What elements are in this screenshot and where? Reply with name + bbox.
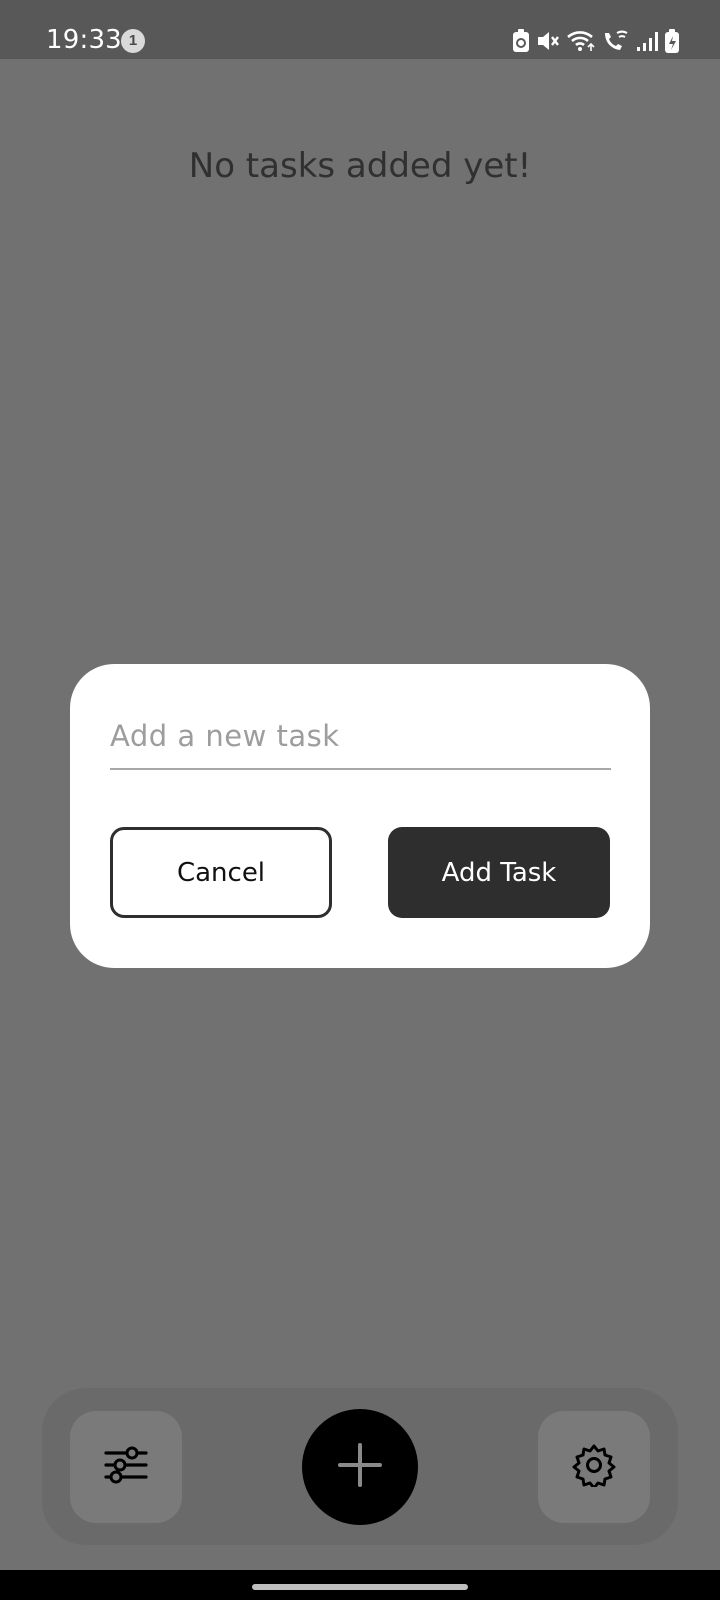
plus-icon bbox=[336, 1441, 384, 1494]
status-bar: 19:33 1 bbox=[0, 0, 720, 59]
add-task-button[interactable]: Add Task bbox=[388, 827, 610, 918]
status-icons bbox=[512, 27, 680, 55]
gear-icon bbox=[572, 1443, 616, 1492]
wifi-calling-icon bbox=[602, 29, 630, 53]
new-task-input[interactable] bbox=[110, 714, 611, 770]
sliders-icon bbox=[103, 1445, 149, 1490]
home-gesture-handle[interactable] bbox=[252, 1584, 468, 1590]
wifi-icon bbox=[566, 29, 596, 53]
add-task-fab[interactable] bbox=[302, 1409, 418, 1525]
battery-charging-icon bbox=[664, 28, 680, 54]
add-task-dialog: Cancel Add Task bbox=[70, 664, 650, 968]
filter-button[interactable] bbox=[70, 1411, 182, 1523]
mute-icon bbox=[536, 29, 560, 53]
recycle-battery-icon bbox=[512, 29, 530, 53]
cancel-button[interactable]: Cancel bbox=[110, 827, 332, 918]
status-time: 19:33 bbox=[46, 25, 122, 55]
empty-state-message: No tasks added yet! bbox=[188, 146, 532, 186]
notification-count-badge: 1 bbox=[121, 29, 145, 53]
bottom-nav bbox=[42, 1388, 678, 1545]
settings-button[interactable] bbox=[538, 1411, 650, 1523]
gesture-area bbox=[0, 1570, 720, 1600]
signal-icon bbox=[636, 29, 658, 53]
